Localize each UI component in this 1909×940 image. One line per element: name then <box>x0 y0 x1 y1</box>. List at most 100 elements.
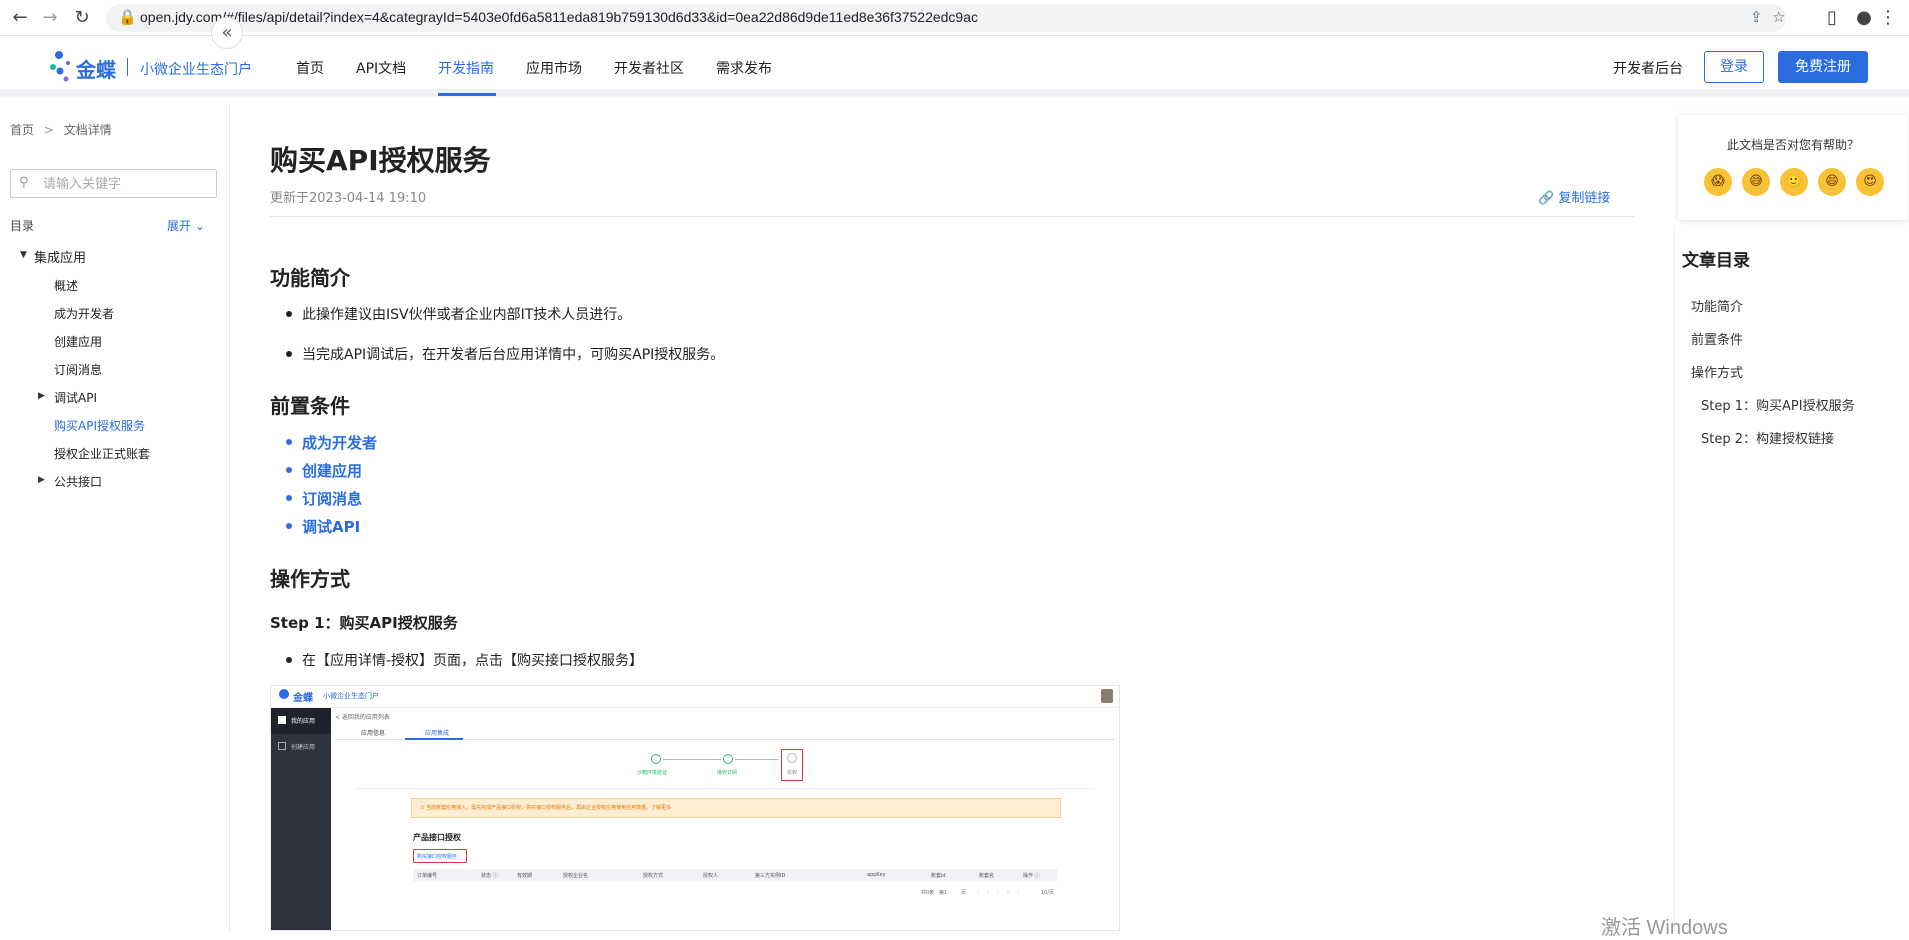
nav-active-indicator <box>438 93 496 96</box>
shot-step-line <box>735 759 779 760</box>
side-panel-icon[interactable]: ▯ <box>1820 6 1844 30</box>
link-debug-api[interactable]: 调试API <box>285 516 360 537</box>
shot-side-item: 创建应用 <box>291 744 316 751</box>
step1-title: Step 1：购买API授权服务 <box>270 614 458 632</box>
doc-sidebar: 首页 > 文档详情 ⚲ 目录 展开 ⌄ ▼ 集成应用 概述 成为开发者 创建应用… <box>0 105 230 931</box>
shot-logo-sub: 小微企业生态门户 <box>323 692 379 700</box>
nav-app-market[interactable]: 应用市场 <box>526 58 582 78</box>
breadcrumb: 首页 > 文档详情 <box>10 121 112 138</box>
dev-console-link[interactable]: 开发者后台 <box>1613 58 1683 78</box>
copy-link-label: 复制链接 <box>1558 191 1611 206</box>
share-icon[interactable]: ⇪ <box>1750 8 1763 26</box>
logo-subtitle[interactable]: 小微企业生态门户 <box>140 59 252 79</box>
login-button[interactable]: 登录 <box>1704 51 1764 83</box>
section-title-intro: 功能简介 <box>270 266 350 290</box>
shot-header: 金蝶 小微企业生态门户 <box>271 686 1119 708</box>
caret-right-icon[interactable]: ▶ <box>38 391 45 401</box>
emoji-heart-eyes-icon[interactable]: 😍 <box>1856 168 1884 196</box>
shot-col-header: 授权企业名 <box>563 873 589 879</box>
breadcrumb-home[interactable]: 首页 <box>10 123 34 137</box>
shot-step-check-icon <box>651 754 661 764</box>
link-become-developer[interactable]: 成为开发者 <box>285 432 377 453</box>
list-item: 在【应用详情-授权】页面，点击【购买接口授权服务】 <box>285 650 643 670</box>
atoc-item-prerequisites[interactable]: 前置条件 <box>1691 329 1743 348</box>
tree-item-authorize-account[interactable]: 授权企业正式账套 <box>54 445 150 462</box>
logo-separator <box>127 58 128 76</box>
emoji-sweat-icon[interactable]: 😅 <box>1742 168 1770 196</box>
shot-pager-size: 10/页 <box>1041 890 1055 896</box>
tree-item-become-developer[interactable]: 成为开发者 <box>54 305 114 322</box>
logo-text[interactable]: 金蝶 <box>76 54 116 83</box>
shot-buy-button: 购买接口授权服务 <box>413 849 467 863</box>
atoc-item-step2[interactable]: Step 2：构建授权链接 <box>1701 428 1834 447</box>
toc-label: 目录 <box>10 219 35 233</box>
atoc-item-intro[interactable]: 功能简介 <box>1691 296 1743 315</box>
tree-item-public-api[interactable]: 公共接口 <box>54 473 102 490</box>
chevron-down-icon: ⌄ <box>194 219 205 233</box>
shot-buy-label: 购买接口授权服务 <box>417 854 458 860</box>
nav-api-docs[interactable]: API文档 <box>356 58 406 78</box>
tree-item-buy-api-auth[interactable]: 购买API授权服务 <box>54 417 145 434</box>
site-header: 金蝶 小微企业生态门户 首页 API文档 开发指南 应用市场 开发者社区 需求发… <box>0 37 1909 97</box>
shot-doc-icon <box>278 742 286 750</box>
section-title-operation: 操作方式 <box>270 567 350 591</box>
tree-item-debug-api[interactable]: 调试API <box>54 389 97 406</box>
lock-icon[interactable]: 🔒 <box>118 8 137 26</box>
search-input[interactable] <box>43 174 208 194</box>
url-text[interactable]: open.jdy.com/#/files/api/detail?index=4&… <box>140 9 978 25</box>
emoji-smile-icon[interactable]: 🙂 <box>1780 168 1808 196</box>
kingdee-logo-icon[interactable] <box>48 49 76 85</box>
shot-pager-total: 共0条 <box>921 890 935 896</box>
shot-col-header: 第三方实例ID <box>755 873 786 879</box>
updated-timestamp: 更新于2023-04-14 19:10 <box>270 191 427 206</box>
shot-col-header: appKey <box>867 872 886 878</box>
breadcrumb-separator: > <box>43 123 54 137</box>
shot-col-header: 账套id <box>931 873 946 879</box>
tree-item-subscribe-messages[interactable]: 订阅消息 <box>54 361 102 378</box>
shot-table-header: 订单编号 状态 ⓘ 有效期 授权企业名 授权方式 授权人 第三方实例ID app… <box>413 869 1057 881</box>
back-arrow-icon[interactable]: ← <box>8 6 32 30</box>
link-create-app[interactable]: 创建应用 <box>285 460 362 481</box>
nav-home[interactable]: 首页 <box>296 58 324 78</box>
page-title: 购买API授权服务 <box>270 144 491 177</box>
shot-grid-icon <box>278 716 286 724</box>
emoji-shocked-icon[interactable]: 😱 <box>1704 168 1732 196</box>
emoji-grin-icon[interactable]: 😄 <box>1818 168 1846 196</box>
nav-dev-guide[interactable]: 开发指南 <box>438 58 494 78</box>
shot-step-label: 授权 <box>787 770 798 776</box>
shot-pager-arrows-icon: ‹‹‹›› <box>977 889 1027 895</box>
tree-item-overview[interactable]: 概述 <box>54 277 78 294</box>
collapse-sidebar-button[interactable]: « <box>211 17 243 49</box>
tree-item-integration[interactable]: 集成应用 <box>34 247 86 266</box>
nav-demand-publish[interactable]: 需求发布 <box>716 58 772 78</box>
caret-down-icon[interactable]: ▼ <box>20 250 27 260</box>
signup-button[interactable]: 免费注册 <box>1778 51 1868 83</box>
reload-icon[interactable]: ↻ <box>70 6 94 30</box>
nav-dev-community[interactable]: 开发者社区 <box>614 58 684 78</box>
shot-notice-text: ① 当前账套应用接入，需先完成产品接口授权，购买接口授权服务后，再由企业授权应用… <box>420 805 672 811</box>
feedback-panel: 此文档是否对您有帮助？ 😱 😅 🙂 😄 😍 <box>1678 115 1908 220</box>
menu-kebab-icon[interactable]: ⋮ <box>1878 6 1898 30</box>
right-divider <box>1674 225 1675 931</box>
tree-item-create-app[interactable]: 创建应用 <box>54 333 102 350</box>
title-divider <box>270 216 1634 217</box>
caret-right-icon[interactable]: ▶ <box>38 475 45 485</box>
bookmark-star-icon[interactable]: ☆ <box>1772 8 1785 26</box>
shot-col-header: 有效期 <box>517 873 533 879</box>
windows-activation-watermark: 激活 Windows <box>1601 917 1728 939</box>
atoc-item-step1[interactable]: Step 1：购买API授权服务 <box>1701 395 1855 414</box>
shot-logo-icon <box>279 689 289 699</box>
link-subscribe-messages[interactable]: 订阅消息 <box>285 488 362 509</box>
atoc-item-operation[interactable]: 操作方式 <box>1691 362 1743 381</box>
forward-arrow-icon[interactable]: → <box>38 6 62 30</box>
profile-icon[interactable]: ● <box>1852 6 1876 30</box>
expand-all-link[interactable]: 展开 ⌄ <box>167 217 205 234</box>
shot-step-line <box>663 759 721 760</box>
address-bar[interactable]: 🔒 open.jdy.com/#/files/api/detail?index=… <box>106 4 1786 32</box>
double-chevron-left-icon: « <box>221 22 233 43</box>
shot-tab: 应用信息 <box>361 730 386 737</box>
copy-link-button[interactable]: 🔗 复制链接 <box>1538 187 1610 206</box>
shot-tab-underline <box>405 738 463 740</box>
shot-col-header: 订单编号 <box>417 873 438 879</box>
shot-pager-page: 第1 <box>939 890 948 896</box>
